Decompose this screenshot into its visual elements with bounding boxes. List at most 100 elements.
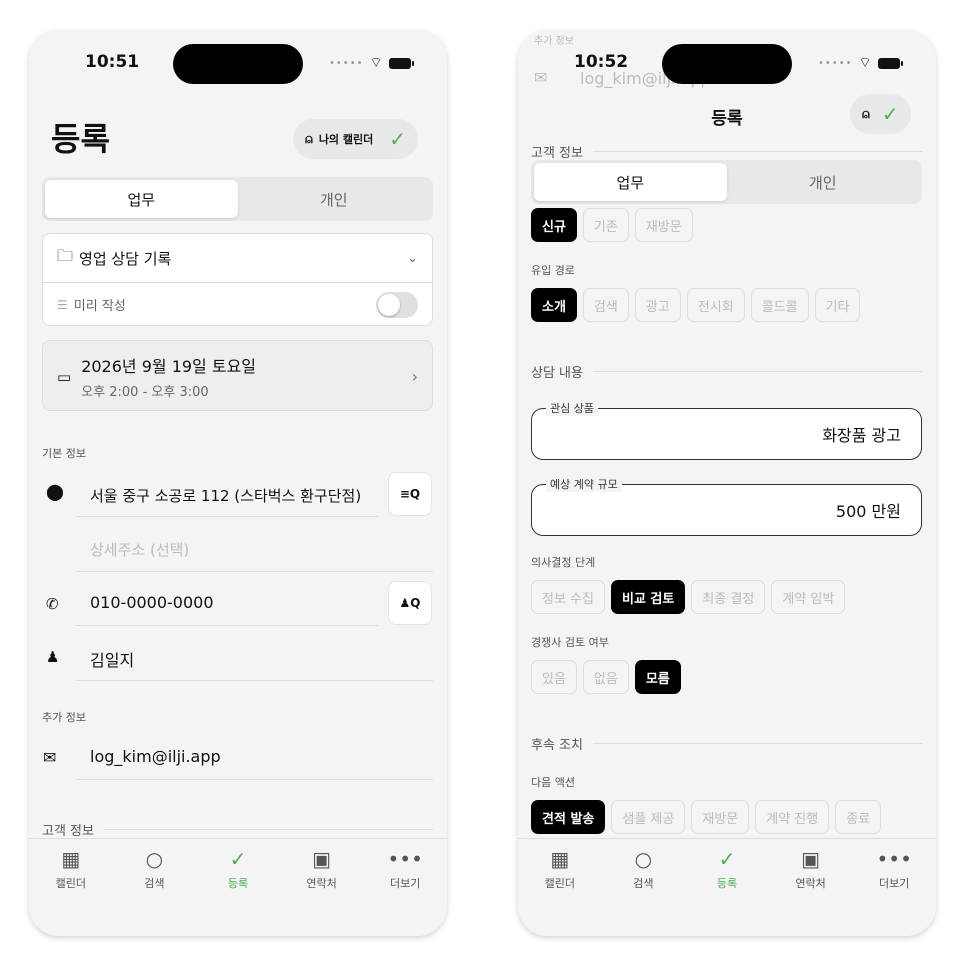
location-pin-icon: ⬤ bbox=[46, 482, 64, 501]
phone-icon: ✆ bbox=[46, 595, 59, 613]
check-icon[interactable]: ✓ bbox=[389, 127, 406, 151]
person-icon: ⍝ bbox=[862, 106, 870, 122]
mail-icon: ✉ bbox=[534, 68, 548, 87]
competitor-label: 경쟁사 검토 여부 bbox=[531, 636, 609, 649]
chip-unknown[interactable]: 모름 bbox=[634, 660, 681, 694]
tab-work[interactable]: 업무 bbox=[534, 163, 727, 201]
phone-input[interactable]: 010-0000-0000 bbox=[90, 593, 214, 612]
person-search-icon: ♟Q bbox=[399, 596, 421, 610]
section-customer-info-label: 고객 정보 bbox=[531, 146, 583, 161]
chip-final-decision[interactable]: 최종 결정 bbox=[691, 580, 766, 614]
chip-coldcall[interactable]: 콜드콜 bbox=[750, 288, 809, 322]
tab-register[interactable]: ✓ 등록 bbox=[685, 847, 769, 936]
inflow-chips: 소개 검색 광고 전시회 콜드콜 기타 bbox=[531, 288, 861, 322]
my-calendar-pill[interactable]: ⍝ 나의 캘린더 ✓ bbox=[293, 119, 419, 159]
chip-info-gathering[interactable]: 정보 수집 bbox=[531, 580, 605, 614]
tab-contacts[interactable]: ▣ 연락처 bbox=[280, 847, 364, 936]
chip-referral[interactable]: 소개 bbox=[531, 288, 577, 322]
section-followup: 후속 조치 bbox=[531, 734, 922, 753]
tab-label: 등록 bbox=[227, 877, 249, 890]
email-input[interactable]: log_kim@ilji.app bbox=[90, 747, 221, 766]
date-main: 2026년 9월 19일 토요일 bbox=[81, 357, 257, 376]
address-detail-input[interactable]: 상세주소 (선택) bbox=[90, 539, 189, 560]
address-search-button[interactable]: ≡Q bbox=[388, 472, 432, 516]
section-consult-label: 상담 내용 bbox=[531, 366, 583, 381]
tab-search[interactable]: ○ 검색 bbox=[113, 847, 197, 936]
phone-screen-1: 10:51 ••••• ⌔ 등록 ⍝ 나의 캘린더 ✓ 업무 개인 🗀 영업 상… bbox=[29, 30, 447, 936]
tab-register[interactable]: ✓ 등록 bbox=[196, 847, 280, 936]
wifi-icon: ⌔ bbox=[858, 55, 872, 71]
chevron-down-icon: ⌄ bbox=[407, 250, 418, 266]
tab-more[interactable]: ••• 더보기 bbox=[363, 847, 447, 936]
name-input[interactable]: 김일지 bbox=[90, 647, 134, 671]
draft-row: ☰ 미리 작성 bbox=[43, 283, 432, 326]
chip-revisit[interactable]: 재방문 bbox=[634, 208, 693, 242]
address-underline bbox=[76, 516, 378, 517]
chip-ad[interactable]: 광고 bbox=[634, 288, 681, 322]
chip-close[interactable]: 종료 bbox=[835, 800, 882, 834]
person-icon: ⍝ bbox=[305, 131, 313, 147]
person-icon: ♟ bbox=[46, 648, 60, 666]
status-icons: ••••• ⌔ bbox=[329, 54, 414, 72]
chip-no[interactable]: 없음 bbox=[582, 660, 629, 694]
contract-scale-value: 500 만원 bbox=[835, 502, 901, 521]
chip-existing[interactable]: 기존 bbox=[582, 208, 629, 242]
contact-card-icon: ▣ bbox=[312, 847, 332, 871]
dynamic-island bbox=[662, 44, 792, 84]
tab-bar: ▦ 캘린더 ○ 검색 ✓ 등록 ▣ 연락처 ••• 더보기 bbox=[518, 838, 936, 936]
calendar-select-label: 영업 상담 기록 bbox=[79, 249, 172, 268]
tab-label: 캘린더 bbox=[544, 877, 575, 890]
next-action-label: 다음 액션 bbox=[531, 776, 575, 789]
section-consult: 상담 내용 bbox=[531, 362, 922, 381]
chip-comparison[interactable]: 비교 검토 bbox=[610, 580, 686, 614]
phone-underline bbox=[76, 625, 378, 626]
draft-toggle[interactable] bbox=[376, 291, 418, 318]
chip-revisit-action[interactable]: 재방문 bbox=[691, 800, 750, 834]
chip-contract-imminent[interactable]: 계약 임박 bbox=[771, 580, 846, 614]
tab-bar: ▦ 캘린더 ○ 검색 ✓ 등록 ▣ 연락처 ••• 더보기 bbox=[29, 838, 447, 936]
dynamic-island bbox=[173, 44, 303, 84]
date-card[interactable]: ▭ 2026년 9월 19일 토요일 오후 2:00 - 오후 3:00 › bbox=[42, 340, 433, 411]
inflow-label: 유입 경로 bbox=[531, 264, 575, 277]
my-calendar-label: 나의 캘린더 bbox=[318, 133, 374, 146]
chevron-right-icon: › bbox=[411, 367, 418, 386]
signal-icon: ••••• bbox=[329, 57, 364, 69]
product-field[interactable]: 관심 상품 화장품 광고 bbox=[531, 400, 922, 460]
email-underline bbox=[76, 779, 433, 780]
chip-other[interactable]: 기타 bbox=[814, 288, 861, 322]
tab-more[interactable]: ••• 더보기 bbox=[852, 847, 936, 936]
tab-contacts[interactable]: ▣ 연락처 bbox=[769, 847, 853, 936]
tab-label: 검색 bbox=[633, 877, 654, 890]
contract-scale-field[interactable]: 예상 계약 규모 500 만원 bbox=[531, 476, 922, 536]
chip-sample[interactable]: 샘플 제공 bbox=[611, 800, 686, 834]
chip-yes[interactable]: 있음 bbox=[531, 660, 577, 694]
address-input[interactable]: 서울 중구 소공로 112 (스타벅스 환구단점) bbox=[90, 485, 361, 506]
page-title: 등록 bbox=[51, 120, 110, 158]
status-time: 10:51 bbox=[85, 52, 140, 72]
section-extra-info: 추가 정보 bbox=[42, 711, 86, 724]
section-customer-info: 고객 정보 bbox=[42, 820, 433, 839]
check-icon[interactable]: ✓ bbox=[882, 102, 899, 126]
chip-search[interactable]: 검색 bbox=[582, 288, 629, 322]
tab-calendar[interactable]: ▦ 캘린더 bbox=[29, 847, 113, 936]
calendar-select[interactable]: 🗀 영업 상담 기록 ⌄ bbox=[43, 234, 432, 282]
calendar-icon: ▦ bbox=[61, 847, 81, 871]
calendar-pill-compact[interactable]: ⍝ ✓ bbox=[850, 94, 911, 134]
wifi-icon: ⌔ bbox=[369, 55, 383, 71]
chip-exhibition[interactable]: 전시회 bbox=[686, 288, 745, 322]
tab-search[interactable]: ○ 검색 bbox=[602, 847, 686, 936]
tab-calendar[interactable]: ▦ 캘린더 bbox=[518, 847, 602, 936]
tab-label: 검색 bbox=[144, 877, 165, 890]
tab-work[interactable]: 업무 bbox=[45, 180, 238, 218]
tab-label: 연락처 bbox=[795, 877, 826, 890]
chip-send-quote[interactable]: 견적 발송 bbox=[531, 800, 606, 834]
contact-card-icon: ▣ bbox=[801, 847, 821, 871]
contact-search-button[interactable]: ♟Q bbox=[388, 581, 432, 625]
tab-label: 등록 bbox=[716, 877, 738, 890]
search-icon: ○ bbox=[634, 847, 653, 871]
tab-personal[interactable]: 개인 bbox=[727, 163, 920, 201]
check-icon: ✓ bbox=[718, 847, 736, 871]
tab-personal[interactable]: 개인 bbox=[238, 180, 431, 218]
chip-new[interactable]: 신규 bbox=[531, 208, 577, 242]
chip-proceed-contract[interactable]: 계약 진행 bbox=[755, 800, 830, 834]
